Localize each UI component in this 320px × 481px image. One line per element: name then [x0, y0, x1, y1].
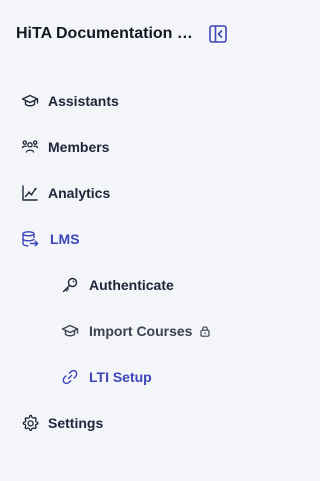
organization-title[interactable]: HiTA Documentation O... — [16, 24, 202, 44]
nav-label-assistants: Assistants — [48, 93, 119, 109]
nav-label-authenticate: Authenticate — [89, 277, 174, 293]
users-icon — [21, 138, 39, 156]
nav-label-settings: Settings — [48, 415, 104, 431]
nav-item-analytics[interactable]: Analytics — [21, 179, 110, 207]
sidebar-collapse-icon — [209, 25, 227, 43]
key-icon — [61, 276, 79, 294]
database-arrow-icon — [21, 230, 39, 248]
nav-item-import-courses[interactable]: Import Courses — [61, 317, 211, 345]
nav-item-members[interactable]: Members — [21, 133, 109, 161]
nav-label-lms: LMS — [50, 231, 80, 247]
nav-item-assistants[interactable]: Assistants — [21, 87, 119, 115]
nav-item-authenticate[interactable]: Authenticate — [61, 271, 174, 299]
nav-label-members: Members — [48, 139, 110, 155]
graduation-cap-icon — [21, 92, 39, 110]
gear-icon — [21, 414, 39, 432]
nav-label-analytics: Analytics — [48, 185, 111, 201]
lock-icon — [199, 325, 211, 337]
nav-label-lti-setup: LTI Setup — [89, 369, 152, 385]
chart-icon — [21, 184, 39, 202]
nav-label-import-courses: Import Courses — [89, 323, 193, 339]
sidebar-header: HiTA Documentation O... — [0, 0, 249, 66]
nav-item-settings[interactable]: Settings — [21, 409, 103, 437]
link-icon — [61, 368, 79, 386]
graduation-cap-icon — [61, 322, 79, 340]
sidebar-collapse-button[interactable] — [208, 24, 228, 44]
nav-item-lti-setup[interactable]: LTI Setup — [61, 363, 152, 391]
nav-item-lms[interactable]: LMS — [21, 225, 80, 253]
